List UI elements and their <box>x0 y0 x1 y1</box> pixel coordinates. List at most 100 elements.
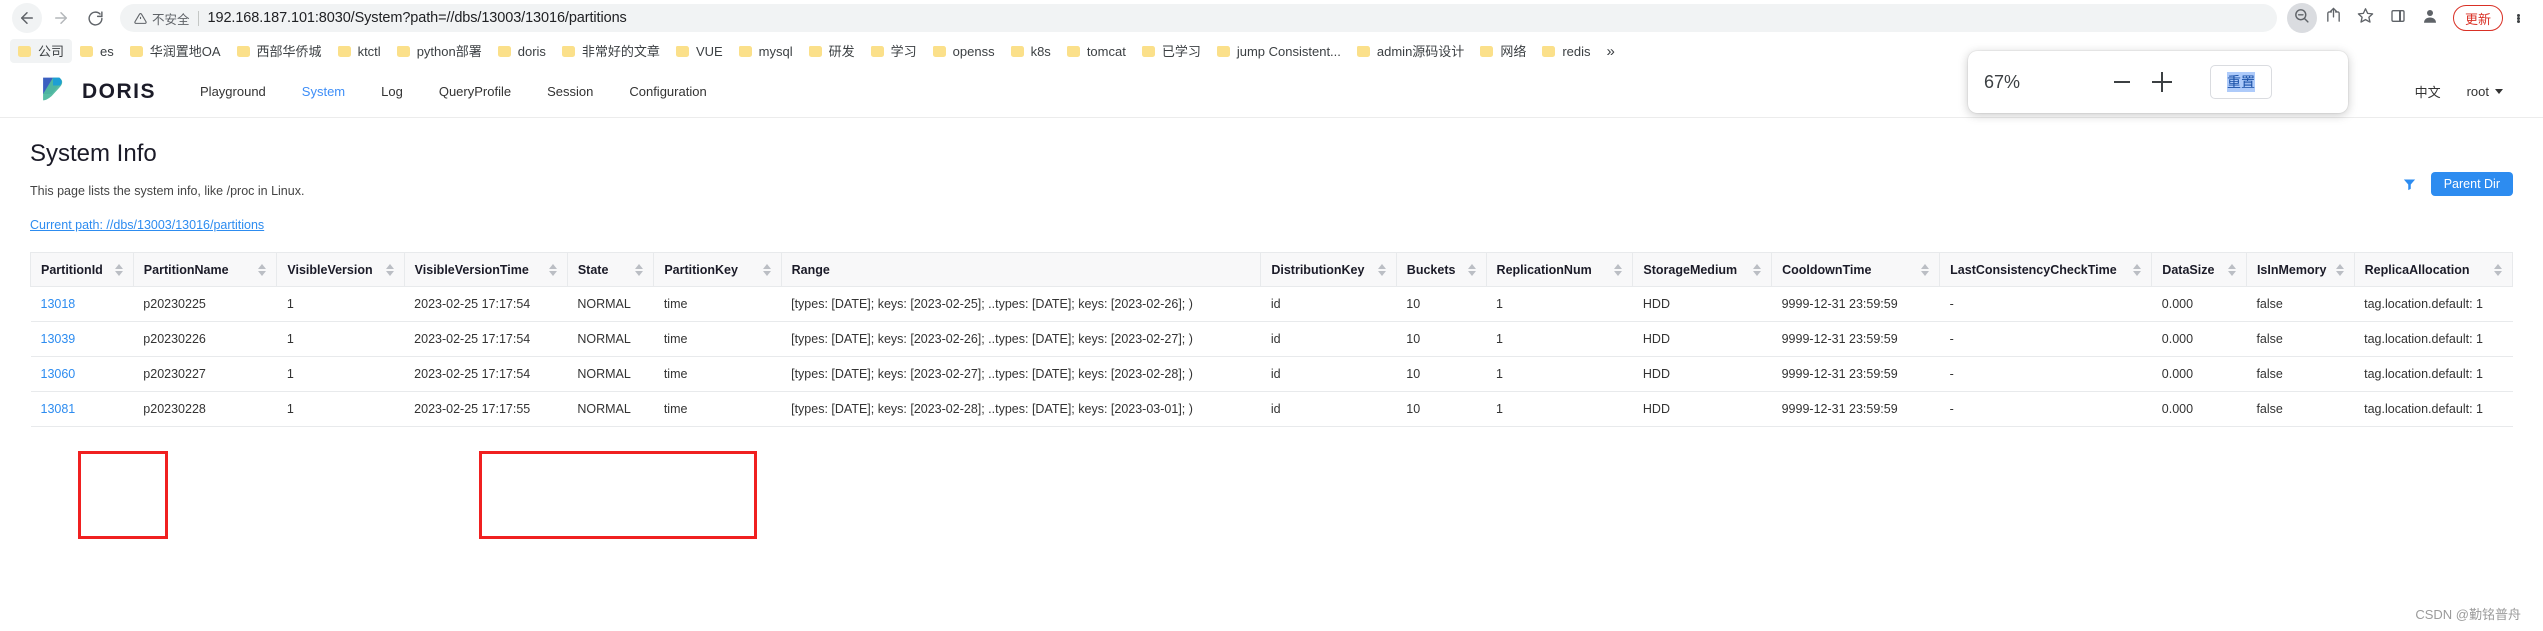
filter-icon[interactable] <box>2402 177 2417 192</box>
bookmark-item[interactable]: es <box>72 39 122 63</box>
bookmark-item[interactable]: mysql <box>731 39 801 63</box>
zoom-out-button[interactable] <box>2102 62 2142 102</box>
sort-toggle-icon[interactable] <box>2335 263 2344 276</box>
bookmark-label: ktctl <box>357 43 381 59</box>
cell-isinmemory: false <box>2246 321 2355 357</box>
side-panel-icon <box>2390 8 2406 29</box>
sort-toggle-icon[interactable] <box>1377 263 1386 276</box>
bookmark-item[interactable]: openss <box>925 39 1003 63</box>
sort-toggle-icon[interactable] <box>2227 263 2236 276</box>
column-header-replicationnum[interactable]: ReplicationNum <box>1486 252 1634 287</box>
reload-button[interactable] <box>80 3 110 33</box>
column-header-datasize[interactable]: DataSize <box>2151 252 2247 287</box>
column-header-cooldowntime[interactable]: CooldownTime <box>1771 252 1941 287</box>
cell-partitionid[interactable]: 13018 <box>30 286 134 322</box>
current-path-link[interactable]: Current path: //dbs/13003/13016/partitio… <box>30 218 264 232</box>
table-row: 13018 p20230225 1 2023-02-25 17:17:54 NORMAL… <box>30 286 2513 322</box>
sort-toggle-icon[interactable] <box>2494 263 2502 276</box>
back-button[interactable] <box>12 3 42 33</box>
zoom-reset-button[interactable]: 重置 <box>2210 65 2272 99</box>
bookmark-item[interactable]: 公司 <box>10 39 73 63</box>
browser-menu-button[interactable] <box>2505 3 2531 33</box>
sort-toggle-icon[interactable] <box>385 263 394 276</box>
bookmark-item[interactable]: 研发 <box>801 39 863 63</box>
folder-icon <box>1010 45 1024 57</box>
brand[interactable]: DORIS <box>36 72 156 111</box>
column-header-storagemedium[interactable]: StorageMedium <box>1632 252 1773 287</box>
column-header-isinmemory[interactable]: IsInMemory <box>2246 252 2355 287</box>
nav-item-log[interactable]: Log <box>363 66 421 118</box>
update-button[interactable]: 更新 <box>2452 5 2503 31</box>
bookmarks-overflow-button[interactable]: » <box>1599 43 1623 60</box>
share-icon <box>2325 7 2342 29</box>
sort-toggle-icon[interactable] <box>548 263 557 276</box>
bookmark-item[interactable]: admin源码设计 <box>1349 39 1472 63</box>
side-panel-button[interactable] <box>2383 3 2413 33</box>
bookmark-item[interactable]: 非常好的文章 <box>554 39 668 63</box>
user-menu[interactable]: root <box>2467 84 2503 99</box>
bookmark-button[interactable] <box>2351 3 2381 33</box>
header-right: 中文 root <box>2415 82 2507 101</box>
bookmark-item[interactable]: ktctl <box>330 39 389 63</box>
cell-cooldowntime: 9999-12-31 23:59:59 <box>1771 286 1940 322</box>
table-actions: Parent Dir <box>2402 172 2513 196</box>
sort-toggle-icon[interactable] <box>1467 263 1476 276</box>
page-content: System Info This page lists the system i… <box>0 118 2543 539</box>
column-header-visibleversiontime[interactable]: VisibleVersionTime <box>404 252 568 287</box>
cell-datasize: 0.000 <box>2151 321 2247 357</box>
column-header-buckets[interactable]: Buckets <box>1396 252 1487 287</box>
sort-toggle-icon[interactable] <box>1614 263 1623 276</box>
column-header-state[interactable]: State <box>567 252 655 287</box>
column-header-visibleversion[interactable]: VisibleVersion <box>276 252 405 287</box>
column-header-replicaallocation[interactable]: ReplicaAllocation <box>2354 252 2514 287</box>
bookmark-label: es <box>100 43 114 59</box>
nav-item-queryprofile[interactable]: QueryProfile <box>421 66 529 118</box>
bookmark-star-icon <box>2357 7 2374 29</box>
forward-button[interactable] <box>46 3 76 33</box>
bookmark-item[interactable]: 学习 <box>863 39 925 63</box>
cell-partitionkey: time <box>653 286 782 322</box>
column-header-partitionname[interactable]: PartitionName <box>133 252 278 287</box>
bookmark-item[interactable]: k8s <box>1003 39 1059 63</box>
nav-item-playground[interactable]: Playground <box>182 66 284 118</box>
zoom-in-button[interactable] <box>2142 62 2182 102</box>
column-header-partitionkey[interactable]: PartitionKey <box>653 252 782 287</box>
sort-toggle-icon[interactable] <box>1921 263 1930 276</box>
bookmark-item[interactable]: jump Consistent... <box>1209 39 1349 63</box>
folder-icon <box>675 45 689 57</box>
sort-toggle-icon[interactable] <box>762 263 771 276</box>
bookmark-item[interactable]: 已学习 <box>1134 39 1209 63</box>
bookmark-item[interactable]: tomcat <box>1059 39 1134 63</box>
address-bar[interactable]: 不安全 192.168.187.101:8030/System?path=//d… <box>120 4 2277 32</box>
bookmark-item[interactable]: VUE <box>668 39 731 63</box>
bookmark-item[interactable]: python部署 <box>389 39 490 63</box>
language-switcher[interactable]: 中文 <box>2415 82 2441 101</box>
sort-toggle-icon[interactable] <box>635 263 644 276</box>
column-header-distributionkey[interactable]: DistributionKey <box>1260 252 1397 287</box>
sort-toggle-icon[interactable] <box>258 263 267 276</box>
cell-replicationnum: 1 <box>1486 391 1633 427</box>
bookmark-item[interactable]: 西部华侨城 <box>229 39 330 63</box>
bookmark-item[interactable]: 网络 <box>1472 39 1534 63</box>
sort-toggle-icon[interactable] <box>1753 263 1762 276</box>
annotation-box-partition-name <box>78 451 168 539</box>
profile-button[interactable] <box>2415 3 2445 33</box>
cell-partitionid[interactable]: 13081 <box>30 391 134 427</box>
cell-range: [types: [DATE]; keys: [2023-02-28]; ..ty… <box>781 391 1261 427</box>
nav-item-system[interactable]: System <box>284 66 363 118</box>
nav-item-configuration[interactable]: Configuration <box>611 66 724 118</box>
cell-partitionid[interactable]: 13039 <box>30 321 134 357</box>
cell-partitionid[interactable]: 13060 <box>30 356 134 392</box>
cell-buckets: 10 <box>1396 356 1487 392</box>
parent-dir-button[interactable]: Parent Dir <box>2430 172 2513 196</box>
bookmark-item[interactable]: doris <box>490 39 554 63</box>
column-header-partitionid[interactable]: PartitionId <box>30 252 134 287</box>
sort-toggle-icon[interactable] <box>2133 263 2142 276</box>
sort-toggle-icon[interactable] <box>114 263 123 276</box>
bookmark-item[interactable]: redis <box>1534 39 1598 63</box>
nav-item-session[interactable]: Session <box>529 66 611 118</box>
column-header-lastconsistencychecktime[interactable]: LastConsistencyCheckTime <box>1939 252 2153 287</box>
share-button[interactable] <box>2319 3 2349 33</box>
bookmark-item[interactable]: 华润置地OA <box>122 39 229 63</box>
zoom-indicator-button[interactable] <box>2286 3 2317 33</box>
